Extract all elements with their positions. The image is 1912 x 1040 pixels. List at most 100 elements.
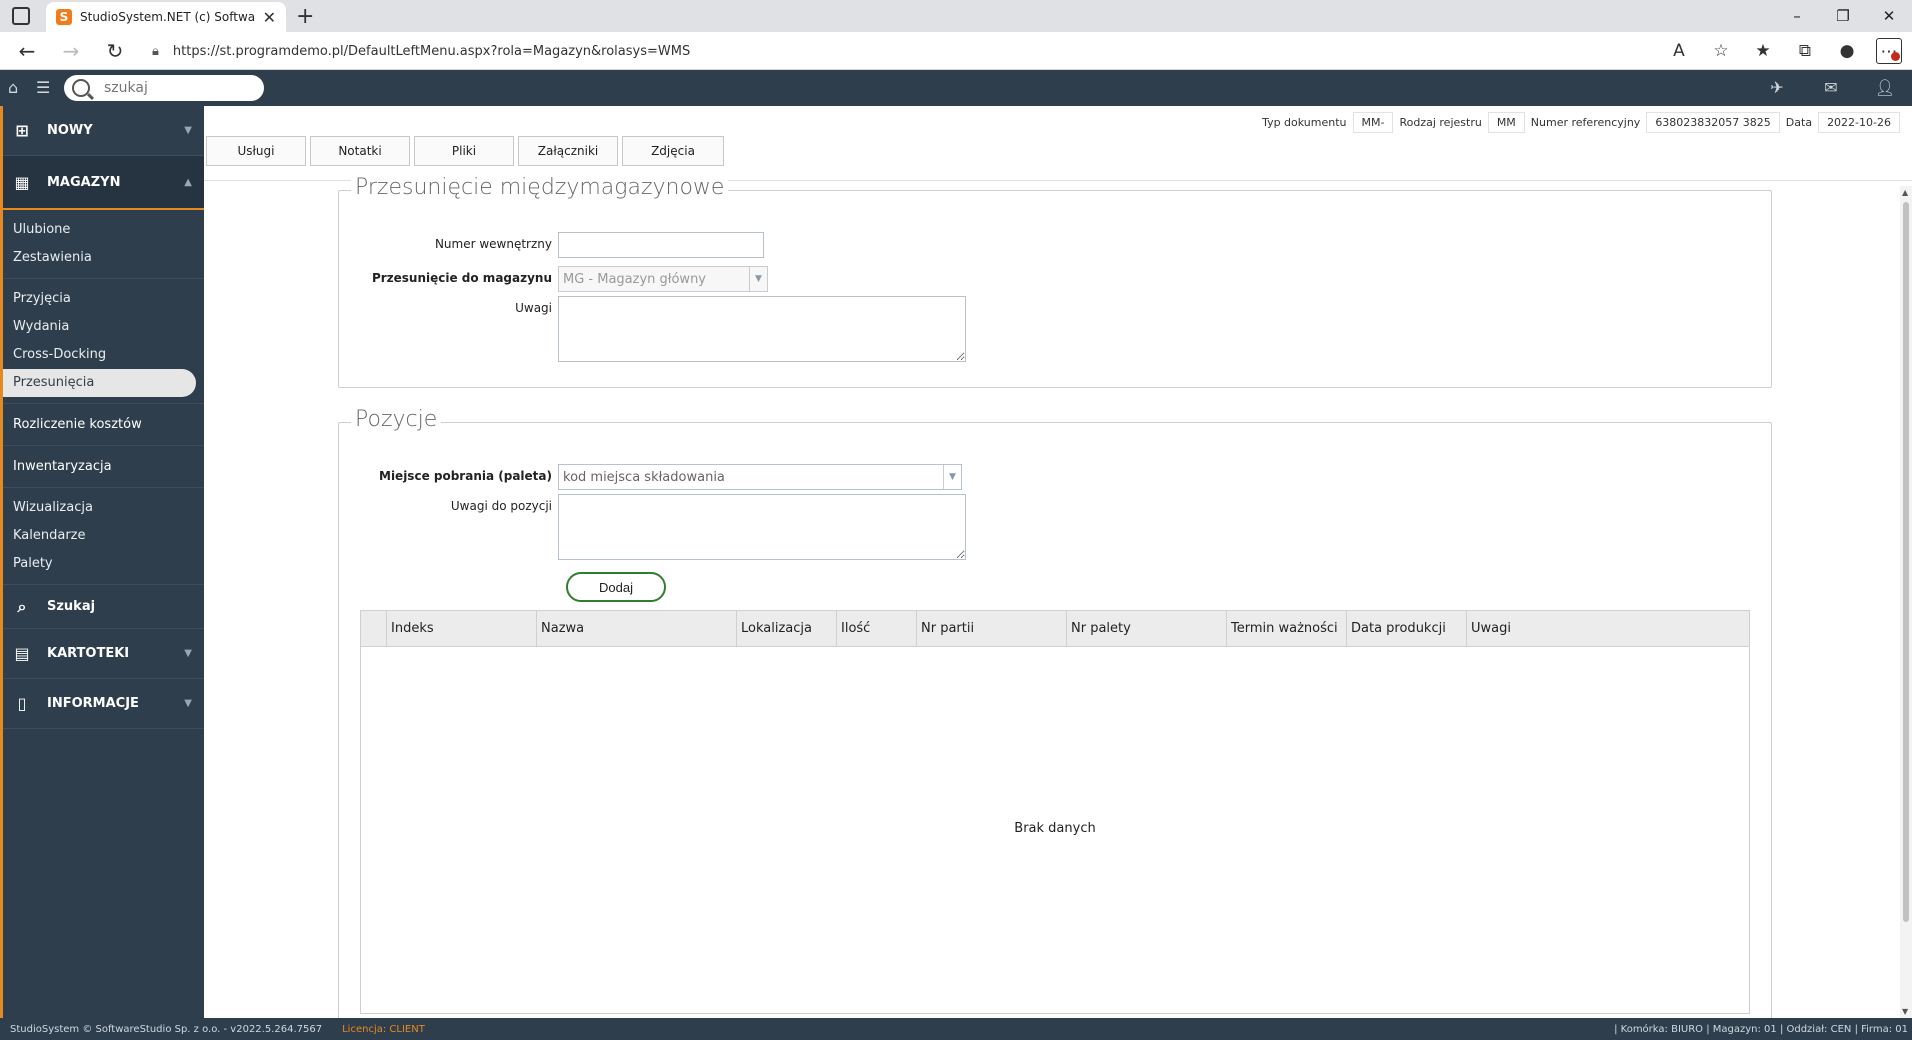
collections-icon[interactable]: ⧉ <box>1792 38 1818 64</box>
sidebar-item-kalendarze[interactable]: Kalendarze <box>3 522 204 550</box>
sidebar-item-przyjecia[interactable]: Przyjęcia <box>3 285 204 313</box>
url-field[interactable]: 🔒︎ https://st.programdemo.pl/DefaultLeft… <box>152 37 1642 65</box>
sidebar-item-zestawienia[interactable]: Zestawienia <box>3 244 204 272</box>
home-icon[interactable]: ⌂ <box>8 78 18 97</box>
browser-address-bar: ← → ↻ 🔒︎ https://st.programdemo.pl/Defau… <box>0 32 1912 70</box>
sidebar-item-inwentaryzacja[interactable]: Inwentaryzacja <box>3 446 204 488</box>
position-notes-row: Uwagi do pozycji <box>338 494 966 560</box>
sidebar-nowy[interactable]: ⊞ NOWY ▼ <box>3 106 204 156</box>
sidebar-informacje[interactable]: ▯ INFORMACJE ▼ <box>3 679 204 729</box>
column-nr-palety[interactable]: Nr palety <box>1067 611 1227 646</box>
sidebar-item-palety[interactable]: Palety <box>3 550 204 578</box>
transfer-legend: Przesunięcie międzymagazynowe <box>351 175 729 200</box>
profile-icon[interactable]: ● <box>1834 38 1860 64</box>
top-right-icons: ✈ ✉ 👤︎ <box>1750 70 1912 106</box>
document-tabs: Usługi Notatki Pliki Załączniki Zdjęcia <box>206 136 724 166</box>
close-window-icon[interactable]: ✕ <box>1866 0 1912 32</box>
column-nazwa[interactable]: Nazwa <box>537 611 737 646</box>
sidebar-magazyn[interactable]: ▦ MAGAZYN ▲ <box>3 156 204 210</box>
sidebar-group-documents: Przyjęcia Wydania Cross-Docking Przesuni… <box>3 279 204 404</box>
add-position-button[interactable]: Dodaj <box>566 572 666 602</box>
app-top-bar: ⌂ ☰ ✈ ✉ 👤︎ <box>0 70 1912 106</box>
airplane-icon[interactable]: ✈ <box>1750 70 1804 106</box>
footer-copyright: StudioSystem © SoftwareStudio Sp. z o.o.… <box>10 1023 323 1035</box>
tab-zdjecia[interactable]: Zdjęcia <box>622 136 724 166</box>
app-search[interactable] <box>64 75 264 101</box>
menu-toggle-icon[interactable]: ☰ <box>36 78 50 97</box>
browser-tab[interactable]: S StudioSystem.NET (c) SoftwareSt ✕ <box>46 2 286 32</box>
main-scrollbar[interactable]: ▲ ▼ <box>1900 186 1912 1018</box>
status-footer: StudioSystem © SoftwareStudio Sp. z o.o.… <box>0 1018 1912 1040</box>
scrollbar-thumb[interactable] <box>1903 202 1909 922</box>
target-warehouse-value: MG - Magazyn główny <box>563 271 706 287</box>
back-icon[interactable]: ← <box>14 38 40 64</box>
sidebar-nowy-label: NOWY <box>47 123 93 138</box>
search-input[interactable] <box>104 80 244 96</box>
sidebar-item-cross-docking[interactable]: Cross-Docking <box>3 341 204 369</box>
column-indeks[interactable]: Indeks <box>387 611 537 646</box>
grid-select-column[interactable] <box>361 611 387 646</box>
ref-number-label: Numer referencyjny <box>1530 116 1641 129</box>
sidebar-kartoteki-label: KARTOTEKI <box>47 646 130 661</box>
sidebar-group-tools: Wizualizacja Kalendarze Palety <box>3 488 204 585</box>
column-ilosc[interactable]: Ilość <box>837 611 917 646</box>
footer-status: | Komórka: BIURO | Magazyn: 01 | Oddział… <box>1614 1023 1908 1035</box>
sidebar-item-ulubione[interactable]: Ulubione <box>3 216 204 244</box>
forward-icon[interactable]: → <box>58 38 84 64</box>
user-icon[interactable]: 👤︎ <box>1858 70 1912 106</box>
sidebar-item-wydania[interactable]: Wydania <box>3 313 204 341</box>
sidebar-item-wizualizacja[interactable]: Wizualizacja <box>3 494 204 522</box>
tab-uslugi[interactable]: Usługi <box>206 136 306 166</box>
pick-location-select[interactable]: kod miejsca składowania ▼ <box>558 464 962 490</box>
notes-row: Uwagi <box>338 296 966 362</box>
mail-icon[interactable]: ✉ <box>1804 70 1858 106</box>
document-info: Typ dokumentu MM- Rodzaj rejestru MM Num… <box>1262 112 1900 133</box>
document-icon: ▯ <box>17 694 27 713</box>
tab-zalaczniki[interactable]: Załączniki <box>518 136 618 166</box>
sidebar-group-favorites: Ulubione Zestawienia <box>3 210 204 279</box>
notification-badge <box>1891 52 1900 61</box>
read-aloud-icon[interactable]: A <box>1666 38 1692 64</box>
sidebar-szukaj[interactable]: ⌕ Szukaj <box>3 585 204 629</box>
scroll-up-icon[interactable]: ▲ <box>1902 188 1908 197</box>
add-favorite-icon[interactable]: ☆ <box>1708 38 1734 64</box>
favorites-icon[interactable]: ★ <box>1750 38 1776 64</box>
footer-license: Licencja: CLIENT <box>342 1023 425 1035</box>
list-card-icon: ▤ <box>14 644 30 663</box>
chevron-down-icon[interactable]: ▼ <box>749 267 767 291</box>
new-tab-icon[interactable]: + <box>296 4 314 29</box>
position-notes-textarea[interactable] <box>558 494 966 560</box>
column-nr-partii[interactable]: Nr partii <box>917 611 1067 646</box>
column-data-produkcji[interactable]: Data produkcji <box>1347 611 1467 646</box>
lock-icon[interactable]: 🔒︎ <box>152 44 159 59</box>
browser-tab-bar: S StudioSystem.NET (c) SoftwareSt ✕ + – … <box>0 0 1912 32</box>
column-lokalizacja[interactable]: Lokalizacja <box>737 611 837 646</box>
minimize-icon[interactable]: – <box>1774 0 1820 32</box>
ref-number-value: 638023832057 3825 <box>1646 112 1780 133</box>
chevron-down-icon[interactable]: ▼ <box>943 465 961 489</box>
position-notes-label: Uwagi do pozycji <box>450 499 552 513</box>
warehouse-icon: ▦ <box>14 172 30 192</box>
date-label: Data <box>1785 116 1813 129</box>
more-icon[interactable]: ⋯ <box>1876 38 1902 64</box>
internal-number-input[interactable] <box>558 232 764 258</box>
tab-pliki[interactable]: Pliki <box>414 136 514 166</box>
tab-actions-icon[interactable] <box>12 7 30 25</box>
column-uwagi[interactable]: Uwagi <box>1467 611 1749 646</box>
target-warehouse-select[interactable]: MG - Magazyn główny ▼ <box>558 266 768 292</box>
doc-type-label: Typ dokumentu <box>1262 116 1347 129</box>
notes-textarea[interactable] <box>558 296 966 362</box>
grid-header: Indeks Nazwa Lokalizacja Ilość Nr partii… <box>361 611 1749 647</box>
sidebar-magazyn-label: MAGAZYN <box>47 174 121 190</box>
scroll-down-icon[interactable]: ▼ <box>1902 1007 1908 1016</box>
sidebar-item-przesuniecia[interactable]: Przesunięcia <box>3 369 196 397</box>
sidebar-kartoteki[interactable]: ▤ KARTOTEKI ▼ <box>3 629 204 679</box>
column-termin-waznosci[interactable]: Termin ważności <box>1227 611 1347 646</box>
close-tab-icon[interactable]: ✕ <box>263 8 276 27</box>
tab-title: StudioSystem.NET (c) SoftwareSt <box>80 10 255 24</box>
refresh-icon[interactable]: ↻ <box>102 38 128 64</box>
restore-icon[interactable]: ❐ <box>1820 0 1866 32</box>
sidebar-item-rozliczenie[interactable]: Rozliczenie kosztów <box>3 404 204 446</box>
url-text: https://st.programdemo.pl/DefaultLeftMen… <box>172 43 691 59</box>
tab-notatki[interactable]: Notatki <box>310 136 410 166</box>
